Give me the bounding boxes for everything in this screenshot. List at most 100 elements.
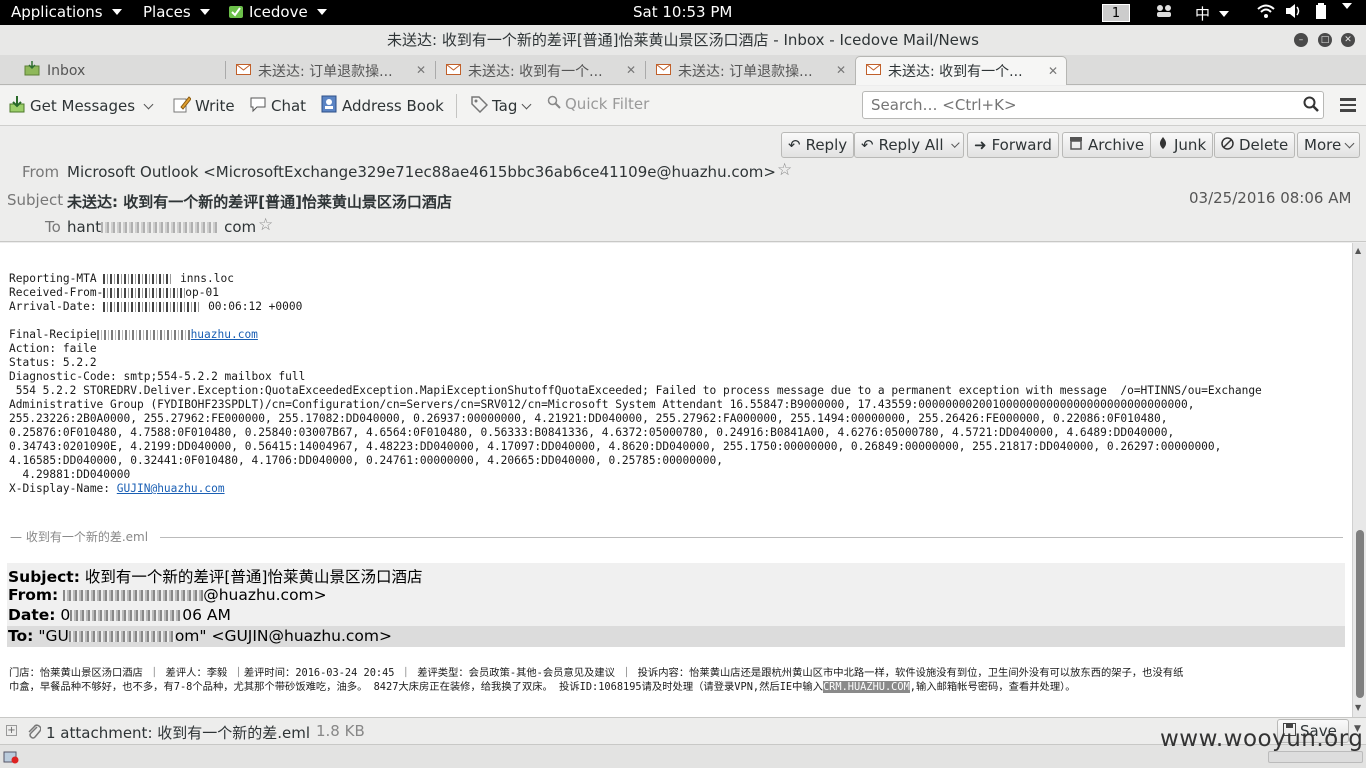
attachment-label[interactable]: 1 attachment: 收到有一个新的差.eml (46, 722, 310, 743)
reply-all-button[interactable]: ↶ Reply All (854, 132, 964, 158)
forward-icon: ➜ (974, 136, 987, 154)
chat-label: Chat (271, 97, 307, 115)
write-label: Write (195, 97, 235, 115)
get-messages-button[interactable]: Get Messages (8, 95, 154, 117)
search-icon[interactable] (1303, 96, 1319, 116)
download-icon (8, 95, 26, 117)
redacted-block (68, 631, 175, 642)
close-tab-icon[interactable]: ✕ (416, 63, 426, 77)
tab-message[interactable]: 未送达: 订单退款操... ✕ (646, 56, 854, 85)
minimize-icon[interactable]: – (1294, 33, 1308, 47)
archive-button[interactable]: Archive (1062, 132, 1152, 158)
from-value[interactable]: Microsoft Outlook <MicrosoftExchange329e… (67, 163, 776, 181)
attachment-divider-filename: 收到有一个新的差.eml (25, 530, 149, 544)
delivery-report: Reporting-MTA inns.loc Received-From-op-… (9, 272, 1262, 496)
app-menu[interactable]: Icedove (228, 3, 327, 21)
more-button[interactable]: More (1297, 132, 1361, 158)
body-scrollbar[interactable]: ▲ ▼ (1352, 243, 1366, 717)
received-from-tail: op-01 (185, 286, 219, 299)
redacted-block (101, 222, 219, 233)
delete-label: Delete (1239, 136, 1289, 154)
chevron-down-icon (111, 9, 122, 15)
delete-button[interactable]: Delete (1214, 132, 1296, 158)
write-button[interactable]: Write (173, 95, 235, 117)
close-tab-icon[interactable]: ✕ (626, 63, 636, 77)
from-label: From (22, 163, 60, 181)
attached-to-label: To: (8, 627, 34, 645)
search-input[interactable] (862, 91, 1324, 119)
tab-message[interactable]: 未送达: 订单退款操... ✕ (226, 56, 434, 85)
star-icon[interactable]: ☆ (777, 160, 792, 180)
chat-icon (249, 95, 267, 117)
scrollbar-thumb[interactable] (1356, 530, 1364, 698)
reply-label: Reply (805, 136, 848, 154)
tab-message-active[interactable]: 未送达: 收到有一个... ✕ (855, 56, 1067, 85)
quick-filter-button[interactable]: Quick Filter (547, 95, 649, 113)
scroll-up-icon[interactable]: ▲ (1355, 246, 1361, 255)
junk-button[interactable]: Junk (1150, 132, 1214, 158)
wifi-icon[interactable] (1257, 3, 1275, 19)
applications-menu[interactable]: Applications (11, 3, 122, 21)
archive-icon (1069, 136, 1083, 154)
reply-button[interactable]: ↶ Reply (781, 132, 855, 158)
attached-date-tail: 06 AM (182, 606, 231, 624)
offline-icon[interactable] (3, 749, 19, 768)
message-date: 03/25/2016 08:06 AM (1189, 189, 1352, 207)
community-icon[interactable] (1155, 3, 1173, 19)
app-menu-label: Icedove (249, 3, 308, 21)
arrival-date-tail: 00:06:12 +0000 (208, 300, 303, 313)
workspace-indicator[interactable]: 1 (1102, 4, 1130, 22)
chat-button[interactable]: Chat (249, 95, 306, 117)
input-method-menu[interactable]: 中 (1195, 3, 1230, 24)
workspace-number: 1 (1102, 4, 1130, 22)
scroll-down-icon[interactable]: ▼ (1355, 703, 1361, 712)
volume-icon[interactable] (1285, 3, 1303, 19)
reply-all-label: Reply All (878, 136, 944, 154)
display-name-link[interactable]: GUJIN@huazhu.com (117, 482, 225, 495)
attached-to-prefix: "GU (38, 627, 69, 645)
places-menu[interactable]: Places (143, 3, 210, 21)
tab-inbox[interactable]: Inbox (14, 56, 224, 85)
final-recipient-link[interactable]: huazhu.com (191, 328, 258, 341)
system-menu[interactable] (1338, 3, 1352, 9)
maximize-icon[interactable]: □ (1318, 33, 1332, 47)
to-value[interactable]: hant com (67, 218, 256, 236)
selected-text[interactable]: CRM.HUAZHU.COM (822, 681, 910, 693)
action-line: Action: faile (9, 342, 97, 355)
complaint-line: 门店：怡莱黄山景区汤口酒店 ｜ 差评人：李毅 ｜差评时间：2016-03-24 … (9, 667, 1184, 679)
diag-line: 4.29881:DD040000 (9, 468, 131, 481)
battery-icon[interactable] (1315, 3, 1327, 20)
attachment-divider-label: — 收到有一个新的差.eml (10, 528, 157, 545)
close-tab-icon[interactable]: ✕ (1048, 64, 1058, 78)
close-tab-icon[interactable]: ✕ (836, 63, 846, 77)
final-recipient-label: Final-Recipie (9, 328, 97, 341)
star-icon[interactable]: ☆ (258, 215, 273, 235)
divider-line (160, 537, 1343, 538)
address-book-icon (320, 95, 338, 117)
diag-line: 0.34743:0201090E, 4.2199:DD040000, 0.564… (9, 440, 1222, 453)
message-header: ↶ Reply ↶ Reply All ➜ Forward Archive Junk … (0, 127, 1366, 242)
attached-to-tail: om" <GUJIN@huazhu.com> (174, 627, 392, 645)
close-icon[interactable]: ✕ (1341, 33, 1355, 47)
reply-icon: ↶ (788, 136, 801, 154)
tab-label: Inbox (47, 62, 86, 79)
forward-button[interactable]: ➜ Forward (967, 132, 1059, 158)
hamburger-menu-icon[interactable] (1340, 98, 1356, 115)
junk-label: Junk (1174, 136, 1207, 154)
attached-from-row: From: @huazhu.com> (8, 586, 327, 604)
complaint-text: 门店：怡莱黄山景区汤口酒店 ｜ 差评人：李毅 ｜差评时间：2016-03-24 … (9, 666, 1344, 694)
attached-subject-row: Subject: 收到有一个新的差评[普通]怡莱黄山景区汤口酒店 (8, 565, 422, 587)
expand-icon[interactable]: + (6, 725, 17, 736)
paperclip-icon (27, 723, 42, 743)
chevron-down-icon[interactable] (143, 99, 154, 109)
address-book-label: Address Book (342, 97, 444, 115)
tag-button[interactable]: Tag (470, 95, 532, 117)
address-book-button[interactable]: Address Book (320, 95, 444, 117)
tab-message[interactable]: 未送达: 收到有一个... ✕ (436, 56, 644, 85)
clock[interactable]: Sat 10:53 PM (633, 3, 732, 21)
redacted-block (103, 288, 186, 298)
envelope-icon (656, 63, 671, 79)
window-titlebar[interactable]: 未送达: 收到有一个新的差评[普通]怡莱黄山景区汤口酒店 - Inbox - I… (0, 25, 1366, 55)
envelope-icon (866, 63, 881, 79)
chevron-down-icon[interactable] (950, 138, 959, 148)
